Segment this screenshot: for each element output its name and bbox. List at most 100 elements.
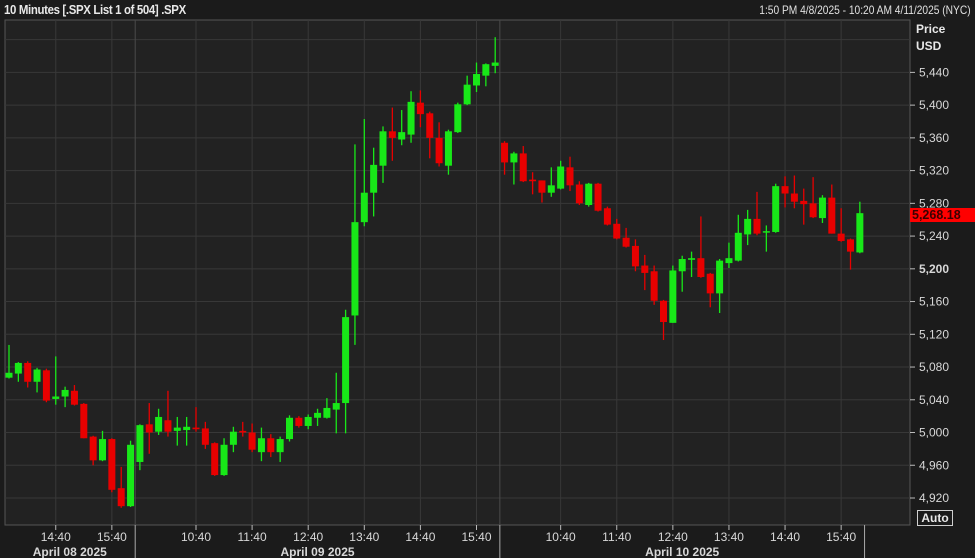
candle-body [286, 417, 293, 440]
candle-body [370, 164, 378, 193]
x-tick-label: 14:40 [770, 530, 800, 544]
candle-body [5, 372, 13, 378]
currency-label: USD [916, 39, 942, 53]
x-tick-label: 12:40 [658, 530, 688, 544]
y-tick-label: 4,960 [919, 458, 949, 472]
candle-body [762, 231, 770, 233]
candle-body [575, 184, 583, 204]
candle-body [276, 439, 284, 453]
candle-body [136, 425, 144, 462]
y-tick-label: 5,200 [919, 262, 949, 276]
candle-body [510, 153, 518, 163]
x-tick-label: 10:40 [181, 530, 211, 544]
candle [127, 440, 135, 507]
candle-body [164, 420, 172, 432]
y-tick-label: 5,400 [919, 98, 949, 112]
candle [108, 438, 116, 493]
day-label: April 09 2025 [281, 545, 355, 558]
auto-scale-button[interactable]: Auto [917, 510, 953, 526]
candle-body [351, 222, 359, 316]
candle-body [61, 389, 69, 397]
candle-body [781, 186, 789, 194]
candle-body [828, 197, 836, 234]
candle-body [192, 427, 200, 430]
x-tick-label: 13:40 [714, 530, 744, 544]
candle-body [631, 245, 639, 267]
candle-body [117, 488, 125, 507]
candle-body [257, 438, 265, 453]
candle [650, 265, 658, 305]
candle-body [211, 443, 219, 476]
y-tick-label: 5,240 [919, 229, 949, 243]
candle [575, 181, 583, 205]
candle-body [790, 193, 798, 202]
y-tick-label: 5,160 [919, 295, 949, 309]
candle-body [772, 186, 780, 232]
candle-body [435, 137, 443, 164]
candle-body [744, 218, 752, 235]
candle-body [398, 132, 406, 140]
candle-body [557, 166, 565, 189]
day-label: April 08 2025 [33, 545, 107, 558]
candle-body [706, 273, 714, 294]
candle-body [145, 424, 153, 433]
candle-body [463, 84, 471, 105]
candle-body [24, 362, 32, 382]
candle-body [33, 369, 41, 382]
x-tick-label: 15:40 [461, 530, 491, 544]
candle-body [332, 403, 340, 410]
candle-body [407, 101, 415, 135]
y-tick-label: 5,040 [919, 393, 949, 407]
candle-body [229, 431, 237, 445]
x-tick-label: 13:40 [349, 530, 379, 544]
candle-body [716, 260, 724, 294]
candle-body [323, 407, 331, 418]
y-tick-label: 5,000 [919, 426, 949, 440]
candle-body [613, 223, 621, 239]
candle [603, 206, 611, 226]
candle-body [519, 153, 527, 182]
candle-body [566, 167, 574, 186]
candle [286, 415, 293, 442]
candle-body [89, 436, 97, 461]
candle-body [809, 203, 817, 218]
candle-body [314, 412, 322, 418]
candle-body [603, 208, 611, 225]
candlestick-chart[interactable]: 5,4405,4005,3605,3205,2805,2405,2005,160… [0, 0, 975, 558]
y-tick-label: 5,360 [919, 131, 949, 145]
x-tick-label: 11:40 [238, 530, 267, 544]
x-tick-label: 15:40 [826, 530, 856, 544]
candle [211, 442, 219, 476]
candle-body [753, 218, 761, 234]
candle [42, 368, 50, 403]
candle-body [99, 439, 106, 461]
candle-body [173, 427, 181, 431]
candle-body [14, 362, 22, 374]
x-tick-label: 10:40 [546, 530, 576, 544]
candle-body [454, 104, 462, 133]
candle-body [660, 300, 667, 323]
candle-body [697, 258, 705, 278]
candle-body [52, 396, 60, 399]
candle [454, 102, 462, 133]
candle-body [155, 416, 163, 432]
candle-body [482, 64, 490, 76]
candle-body [669, 270, 677, 323]
candle-body [594, 183, 602, 211]
candle-body [127, 444, 135, 507]
candle-body [847, 239, 854, 252]
candle-body [622, 237, 630, 247]
candle-body [267, 438, 275, 453]
candle-body [818, 197, 826, 219]
candle-body [201, 428, 209, 445]
candle-body [444, 131, 452, 166]
candle-body [650, 271, 658, 301]
candle-body [360, 192, 368, 223]
x-tick-label: 12:40 [293, 530, 323, 544]
x-tick-label: 14:40 [405, 530, 435, 544]
price-axis-label: Price [916, 22, 946, 36]
y-tick-label: 4,920 [919, 491, 949, 505]
candle-body [678, 258, 686, 272]
candle-body [80, 403, 88, 439]
candle-body [295, 417, 303, 426]
